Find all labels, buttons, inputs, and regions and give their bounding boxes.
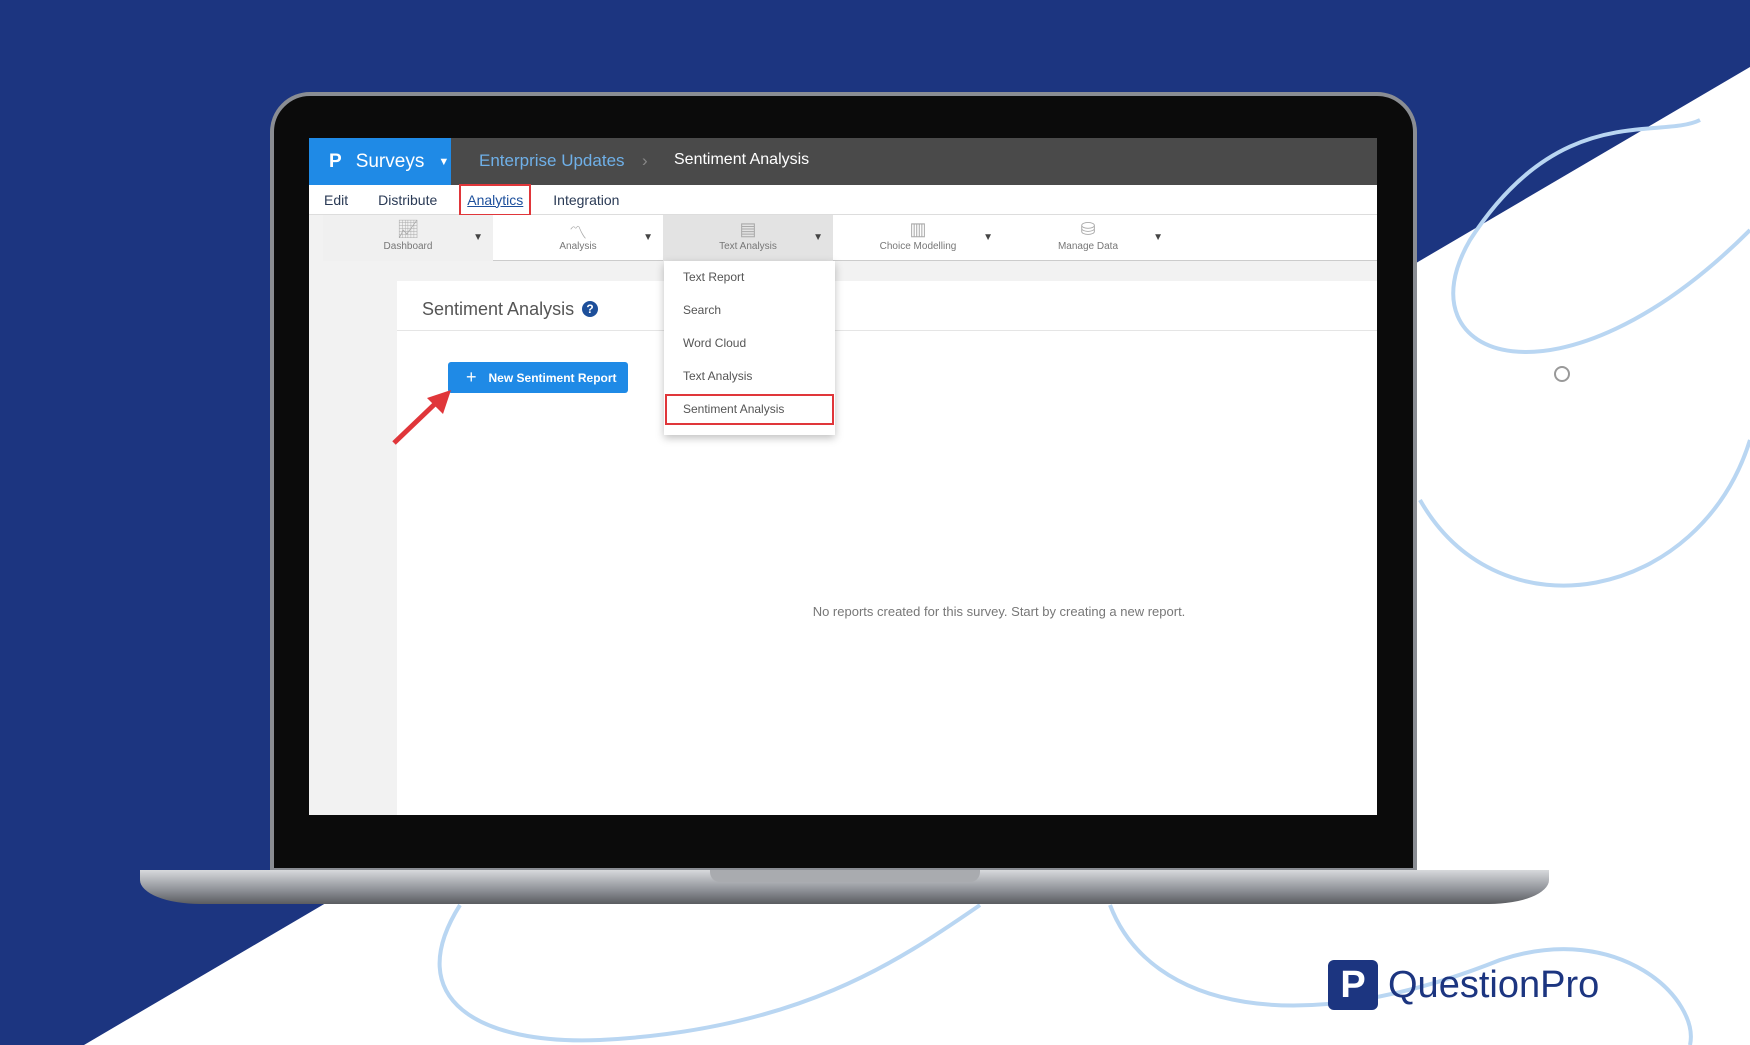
menu-item-text-report[interactable]: Text Report (664, 261, 835, 294)
questionpro-p-icon: P (329, 150, 342, 172)
top-bar: P Surveys ▼ Enterprise Updates › Sentimen… (309, 138, 1377, 185)
toolbar-dashboard[interactable]: 📈︎ Dashboard ▼ (323, 215, 493, 261)
main-tabs: Edit Distribute Analytics Integration (309, 183, 1377, 216)
logo-mark-icon: P (1328, 960, 1378, 1010)
chevron-down-icon: ▼ (438, 155, 450, 168)
menu-item-text-analysis[interactable]: Text Analysis (664, 360, 835, 393)
arrow-annotation-icon (392, 390, 451, 445)
menu-item-sentiment-analysis[interactable]: Sentiment Analysis (664, 393, 835, 426)
analysis-chart-icon: 〽 (569, 223, 587, 243)
breadcrumb-parent[interactable]: Enterprise Updates (479, 151, 625, 171)
tab-distribute[interactable]: Distribute (378, 192, 437, 208)
empty-state-message: No reports created for this survey. Star… (812, 604, 1186, 619)
breadcrumb-current: Sentiment Analysis (674, 151, 810, 168)
menu-item-search[interactable]: Search (664, 294, 835, 327)
new-sentiment-report-button[interactable]: + New Sentiment Report (448, 362, 628, 393)
help-icon[interactable]: ? (582, 301, 599, 317)
toolbar-choice-modelling[interactable]: ▥ Choice Modelling ▼ (833, 215, 1003, 261)
chevron-down-icon[interactable]: ▼ (1153, 232, 1163, 243)
page-header: Sentiment Analysis? (397, 281, 1377, 331)
logo-text: QuestionPro (1388, 963, 1600, 1006)
surveys-menu[interactable]: P Surveys ▼ (309, 138, 451, 185)
text-analysis-dropdown: Text Report Search Word Cloud Text Analy… (664, 261, 835, 435)
plus-icon: + (466, 367, 477, 387)
breadcrumb-separator: › (642, 151, 648, 170)
chevron-down-icon[interactable]: ▼ (983, 232, 993, 243)
toolbar-analysis[interactable]: 〽 Analysis ▼ (493, 215, 663, 261)
chevron-down-icon[interactable]: ▼ (473, 232, 483, 243)
toolbar-text-analysis[interactable]: ▤ Text Analysis ▼ (663, 215, 833, 261)
toolbar-manage-data[interactable]: ⛁ Manage Data ▼ (1003, 215, 1173, 261)
questionpro-logo: P QuestionPro (1328, 960, 1599, 1010)
tab-integration[interactable]: Integration (553, 192, 619, 208)
laptop-notch (710, 870, 980, 882)
tab-analytics[interactable]: Analytics (459, 183, 532, 216)
analytics-toolbar: 📈︎ Dashboard ▼ 〽 Analysis ▼ ▤ Text Analysis ▼ … (323, 215, 1377, 261)
document-icon: ▤ (739, 219, 757, 239)
chevron-down-icon[interactable]: ▼ (643, 232, 653, 243)
menu-item-word-cloud[interactable]: Word Cloud (664, 327, 835, 360)
line-chart-icon: 📈︎ (396, 219, 420, 239)
tab-edit[interactable]: Edit (324, 192, 348, 208)
bar-chart-icon: ▥ (909, 219, 927, 239)
app-screen: P Surveys ▼ Enterprise Updates › Sentimen… (309, 138, 1377, 815)
page-title: Sentiment Analysis (422, 299, 575, 319)
database-icon: ⛁ (1080, 219, 1096, 239)
chevron-down-icon[interactable]: ▼ (813, 232, 823, 243)
